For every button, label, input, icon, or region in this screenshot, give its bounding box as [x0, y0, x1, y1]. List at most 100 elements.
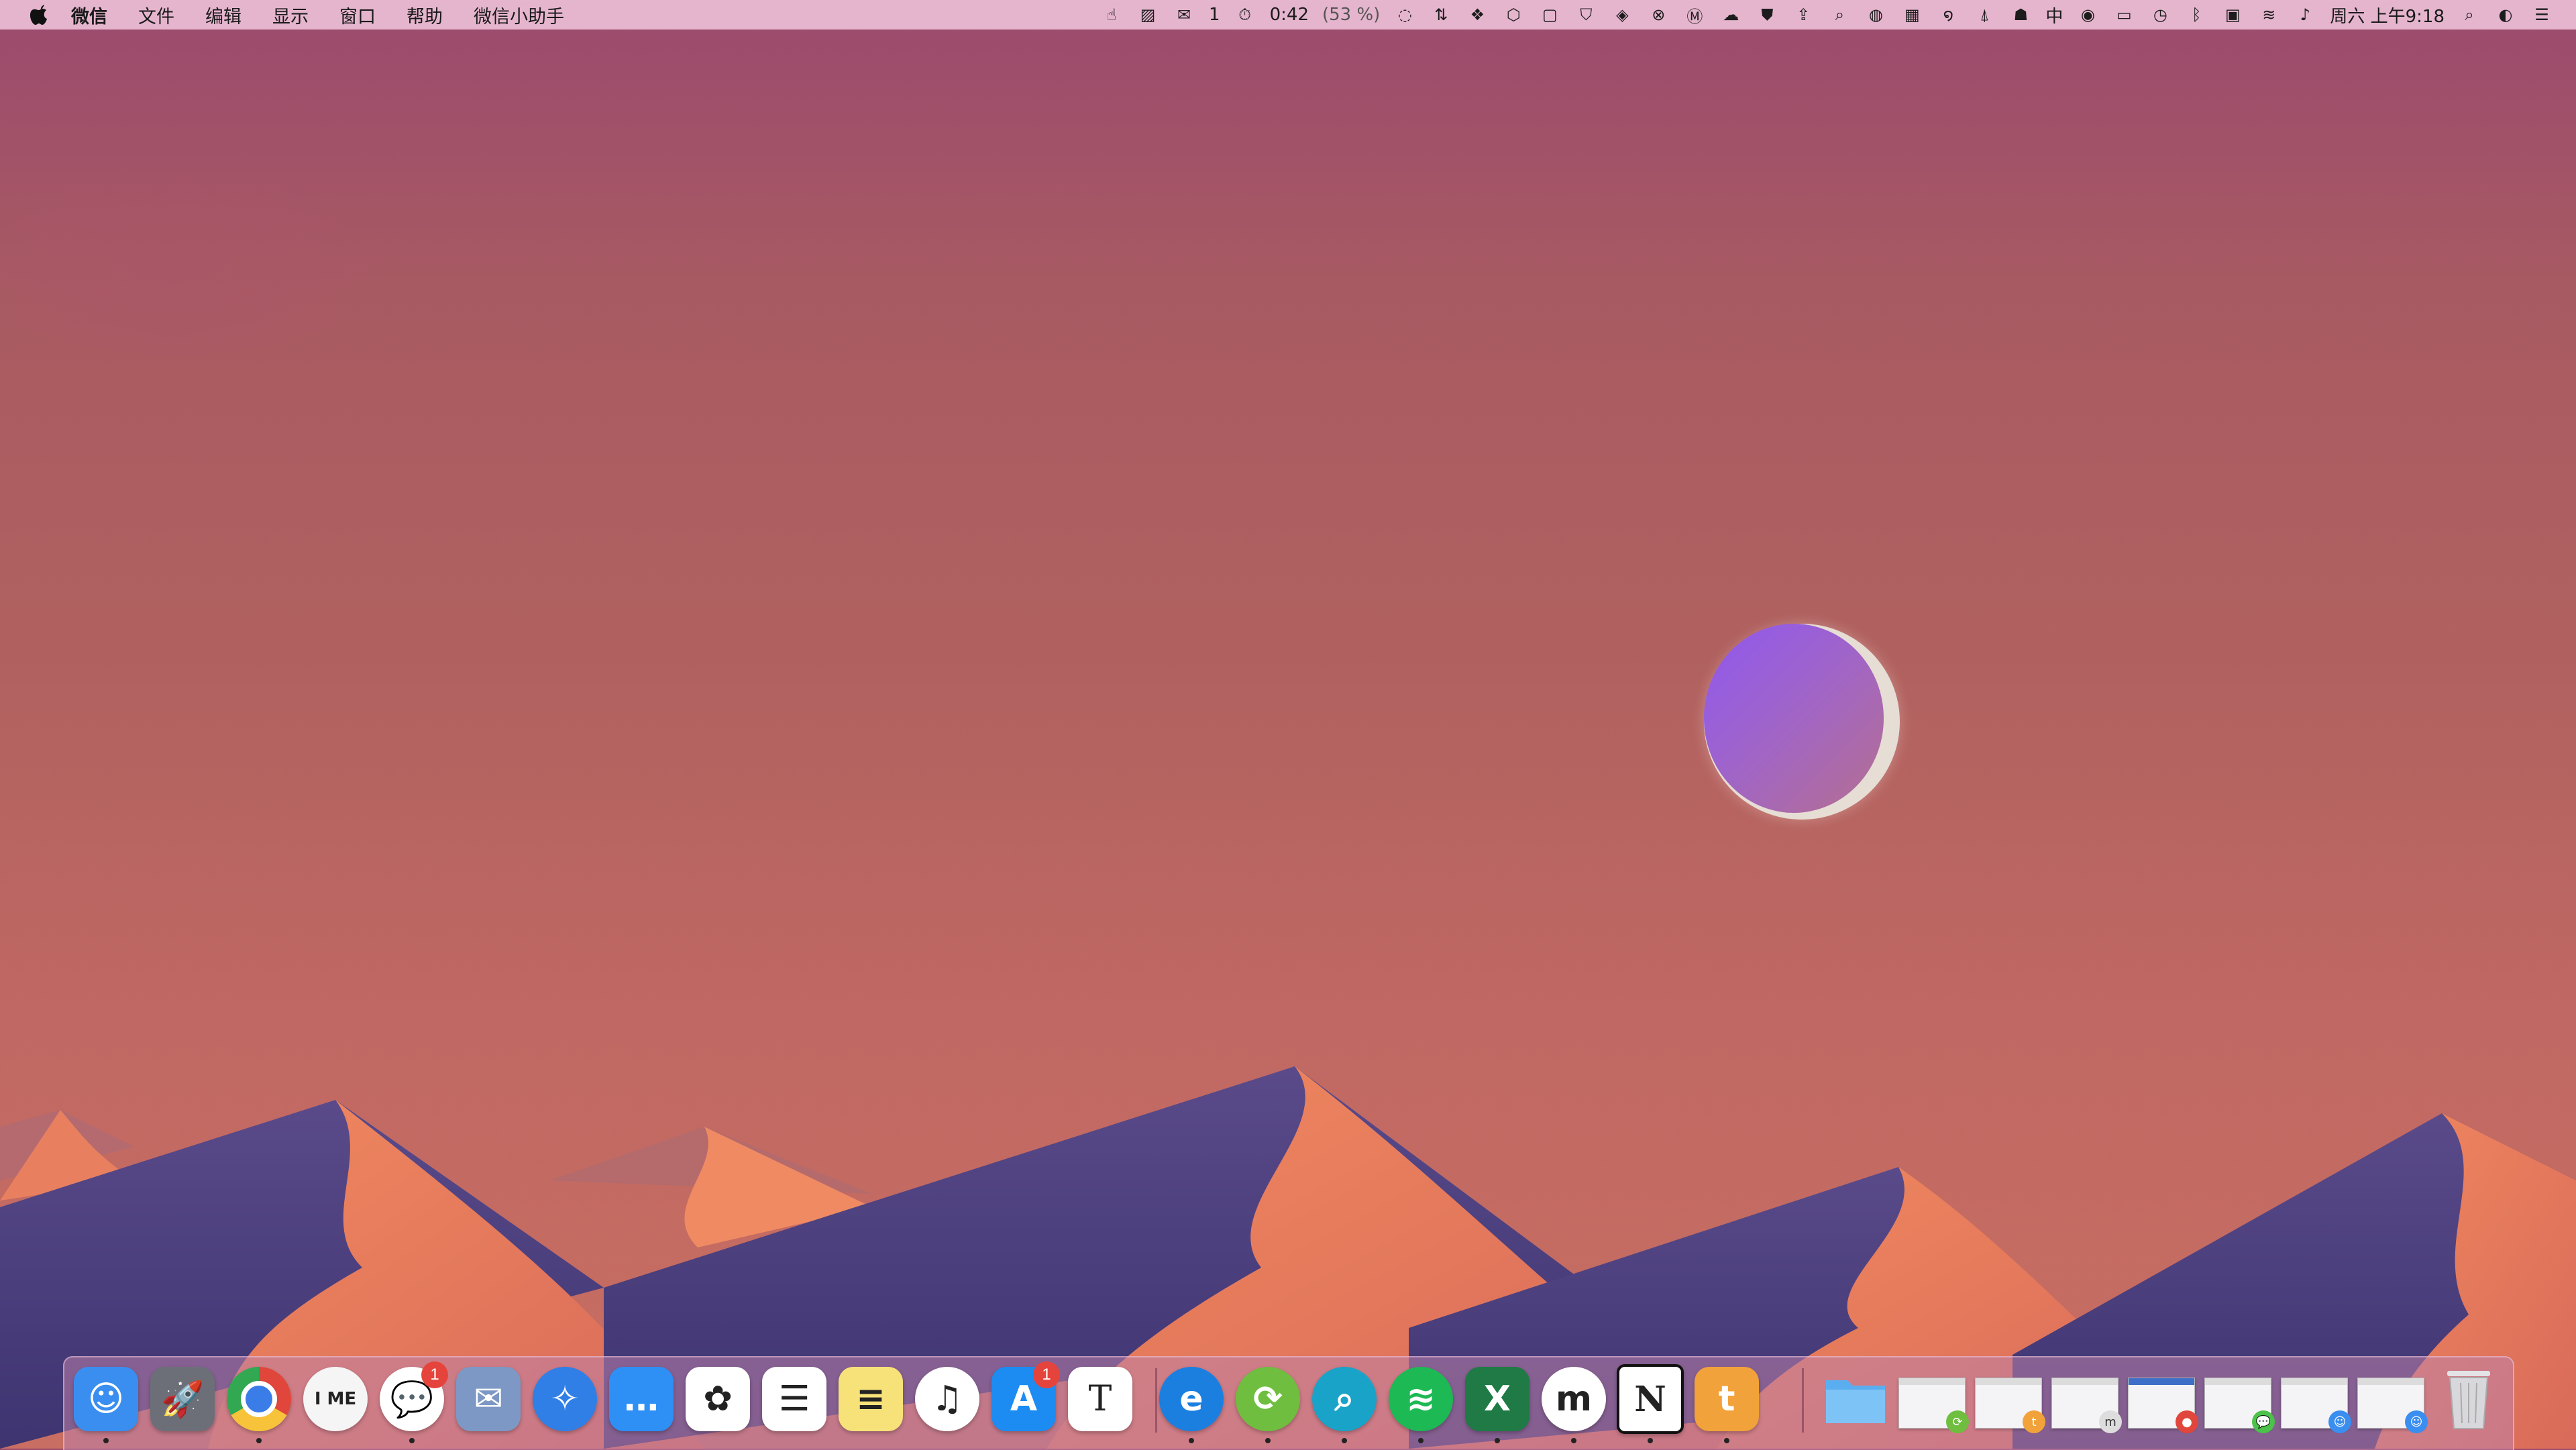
dock-trash[interactable] [2435, 1365, 2502, 1433]
cloud-upload-icon[interactable]: ⇪ [1793, 5, 1813, 25]
sync-arrows-icon: ⟳ [1236, 1367, 1300, 1431]
datetime[interactable]: 周六 上午9:18 [2330, 3, 2445, 27]
battery-percent[interactable]: (53 %) [1322, 5, 1380, 25]
battery-time[interactable]: 0:42 [1270, 5, 1309, 25]
gesture-icon[interactable]: ☝ [1102, 5, 1122, 25]
time-machine-icon[interactable]: ◷ [2150, 5, 2170, 25]
minimized-window-5[interactable]: 💬 [2204, 1378, 2275, 1433]
running-indicator [103, 1438, 109, 1443]
dock-app-messages[interactable]: … [608, 1365, 675, 1433]
running-indicator [1648, 1438, 1653, 1443]
dock-app-reminders[interactable]: ☰ [761, 1365, 828, 1433]
dock-app-app-store[interactable]: A1 [990, 1361, 1060, 1433]
dropbox-icon[interactable]: ❖ [1467, 5, 1487, 25]
cube-icon[interactable]: ◈ [1612, 5, 1632, 25]
keyboard-lang-icon[interactable]: ▣ [2222, 5, 2243, 25]
at-circle-icon[interactable]: ◍ [1866, 5, 1886, 25]
menu-edit[interactable]: 编辑 [205, 2, 241, 28]
notion-icon: N [1617, 1364, 1684, 1434]
notification-center-icon[interactable]: ☰ [2532, 5, 2552, 25]
image-tool-icon[interactable]: ▨ [1138, 5, 1158, 25]
dock-app-safari[interactable]: ✧ [531, 1365, 598, 1433]
dock-folder-stack[interactable] [1822, 1365, 1889, 1433]
record-icon[interactable]: ◉ [2078, 5, 2098, 25]
cloud-icon[interactable]: ☁ [1721, 5, 1741, 25]
input-method-indicator[interactable]: 中 [2045, 3, 2063, 27]
search-app-status-icon[interactable]: ⌕ [1829, 5, 1849, 25]
x-circle-icon[interactable]: ⊗ [1648, 5, 1668, 25]
wifi-icon[interactable]: ≋ [2259, 5, 2279, 25]
sliders-icon[interactable]: ⇅ [1431, 5, 1451, 25]
toolbox-badge-icon: t [2023, 1410, 2045, 1433]
menu-window[interactable]: 窗口 [339, 2, 376, 28]
spotify-icon: ≋ [1389, 1367, 1453, 1431]
hexagon-icon[interactable]: ⬡ [1503, 5, 1523, 25]
dock-app-google-chrome[interactable] [225, 1365, 292, 1433]
dock-app-notes[interactable]: ≡ [837, 1365, 904, 1433]
minimized-window-3[interactable]: m [2051, 1378, 2122, 1433]
timer-icon[interactable]: ⏱ [1235, 5, 1255, 25]
m-circle-icon[interactable]: Ⓜ [1684, 5, 1705, 26]
dock-app-typora[interactable]: T [1067, 1365, 1134, 1433]
dock-app-photos[interactable]: ✿ [684, 1365, 751, 1433]
volume-icon[interactable]: ♪ [2295, 5, 2315, 25]
dock-separator-apps [1155, 1368, 1157, 1433]
typora-t-icon: T [1068, 1367, 1132, 1431]
orange-t-icon: t [1695, 1367, 1759, 1431]
grid-icon[interactable]: ▦ [1902, 5, 1922, 25]
edge-icon: e [1159, 1367, 1224, 1431]
minimized-window-6[interactable]: ☺ [2281, 1378, 2351, 1433]
dock-app-toolbox[interactable]: t [1693, 1365, 1760, 1433]
menu-app-name[interactable]: 微信 [71, 2, 107, 28]
running-indicator [409, 1438, 415, 1443]
badge-shield-icon[interactable]: ⛊ [1757, 5, 1777, 25]
dock-app-mail[interactable]: ✉ [455, 1365, 522, 1433]
dock-app-spotify[interactable]: ≋ [1387, 1365, 1454, 1433]
dock-app-edge[interactable]: e [1158, 1365, 1225, 1433]
chrome-badge-icon: ● [2176, 1410, 2198, 1433]
square-icon[interactable]: ▢ [1540, 5, 1560, 25]
minimized-window-4[interactable]: ● [2128, 1378, 2198, 1433]
excel-icon: X [1465, 1367, 1529, 1431]
dock-app-excel[interactable]: X [1464, 1365, 1531, 1433]
spinner-icon[interactable]: ◌ [1395, 5, 1415, 25]
wallpaper-moon-shade [1704, 624, 1884, 813]
app-store-icon: A1 [991, 1361, 1060, 1431]
magnifier-app-icon: ⌕ [1312, 1367, 1377, 1431]
dock-app-mweb[interactable]: m [1540, 1365, 1607, 1433]
siri-icon[interactable]: ◐ [2496, 5, 2516, 25]
dock-app-launchpad[interactable]: 🚀 [149, 1365, 216, 1433]
menu-file[interactable]: 文件 [138, 2, 174, 28]
safari-compass-icon: ✧ [533, 1367, 597, 1431]
minimized-window-2[interactable]: t [1975, 1378, 2045, 1433]
wechat-status-count: 1 [1209, 5, 1220, 25]
menu-view[interactable]: 显示 [272, 2, 309, 28]
wechat-status-icon[interactable]: ✉ [1174, 5, 1194, 25]
menu-wechat-assistant[interactable]: 微信小助手 [474, 2, 564, 28]
display-icon[interactable]: ▭ [2114, 5, 2134, 25]
minimized-window-7[interactable]: ☺ [2357, 1378, 2428, 1433]
trash-icon [2447, 1371, 2490, 1429]
broom-icon[interactable]: ⍋ [1974, 5, 1994, 25]
hat-icon[interactable]: ☗ [2010, 5, 2031, 25]
dock-app-sync[interactable]: ⟳ [1234, 1365, 1301, 1433]
swirl-icon[interactable]: ໑ [1938, 5, 1958, 25]
dock-app-wechat[interactable]: 💬 1 [378, 1361, 448, 1433]
running-indicator [1418, 1438, 1424, 1443]
launchpad-icon: 🚀 [150, 1367, 215, 1431]
apple-icon[interactable] [27, 0, 51, 30]
wallpaper-cloud [0, 154, 389, 355]
menu-help[interactable]: 帮助 [407, 2, 443, 28]
shield-v-icon[interactable]: ⛉ [1576, 5, 1596, 25]
dock-app-notion[interactable]: N [1617, 1364, 1684, 1434]
minimized-window-1[interactable]: ⟳ [1898, 1378, 1969, 1433]
sync-badge-icon: ⟳ [1946, 1410, 1969, 1433]
dock-app-search[interactable]: ⌕ [1311, 1365, 1378, 1433]
spotlight-search-icon[interactable]: ⌕ [2459, 5, 2479, 25]
dock-app-finder[interactable]: ☺ [72, 1365, 140, 1433]
dock-app-music[interactable]: ♫ [914, 1365, 981, 1433]
dock-app-ime[interactable]: I ME [302, 1365, 369, 1433]
running-indicator [1342, 1438, 1347, 1443]
running-indicator [256, 1438, 262, 1443]
bluetooth-icon[interactable]: ᛒ [2186, 5, 2206, 25]
